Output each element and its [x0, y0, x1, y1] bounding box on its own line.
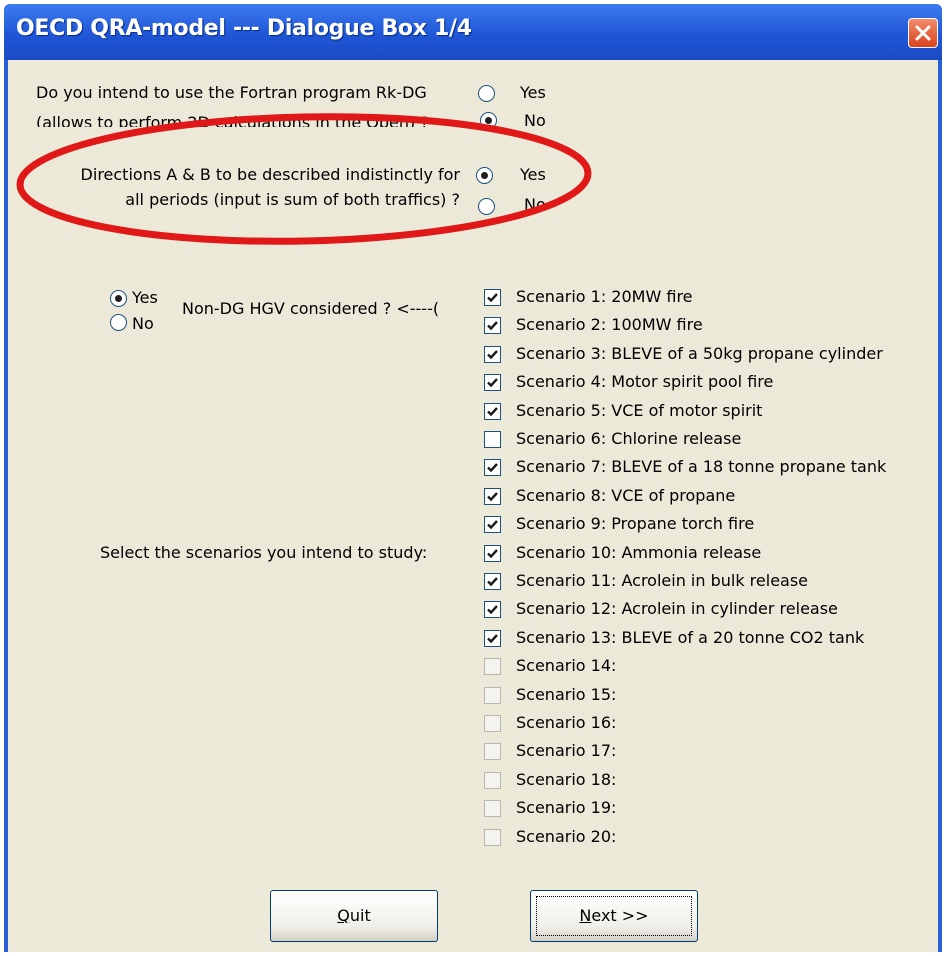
checkmark-icon: [487, 634, 498, 644]
scenario-6-label: Scenario 6: Chlorine release: [516, 429, 742, 448]
q1-line2-text: (allows to perform 2D calculations in th…: [36, 113, 429, 127]
checkmark-icon: [487, 549, 498, 559]
q1-yes-label: Yes: [520, 83, 546, 102]
dialog-body: Do you intend to use the Fortran program…: [8, 60, 938, 952]
q2-line1: Directions A & B to be described indisti…: [80, 165, 460, 184]
scenario-6-checkbox[interactable]: [484, 431, 501, 448]
scenario-9-checkbox[interactable]: [484, 516, 501, 533]
hgv-yes-radio[interactable]: [110, 290, 127, 307]
checkmark-icon: [487, 520, 498, 530]
scenario-12-label: Scenario 12: Acrolein in cylinder releas…: [516, 599, 838, 618]
scenario-17-checkbox[interactable]: [484, 743, 501, 760]
q2-yes-label: Yes: [520, 165, 546, 184]
checkmark-icon: [487, 492, 498, 502]
scenario-19-checkbox[interactable]: [484, 800, 501, 817]
scenario-14-checkbox[interactable]: [484, 658, 501, 675]
scenario-4-label: Scenario 4: Motor spirit pool fire: [516, 372, 774, 391]
scenario-7-checkbox[interactable]: [484, 459, 501, 476]
scenario-2-checkbox[interactable]: [484, 317, 501, 334]
scenario-1-label: Scenario 1: 20MW fire: [516, 287, 693, 306]
scenario-2-label: Scenario 2: 100MW fire: [516, 315, 703, 334]
dialog-window: OECD QRA-model --- Dialogue Box 1/4 Do y…: [4, 4, 942, 952]
scenario-20-label: Scenario 20:: [516, 827, 617, 846]
q2-no-label: No: [524, 195, 546, 214]
hgv-question: Non-DG HGV considered ? <----(: [182, 299, 440, 318]
next-button[interactable]: Next >>: [530, 890, 698, 942]
scenario-19-label: Scenario 19:: [516, 798, 617, 817]
scenario-9-label: Scenario 9: Propane torch fire: [516, 514, 755, 533]
close-button[interactable]: [908, 18, 938, 48]
scenario-5-checkbox[interactable]: [484, 403, 501, 420]
scenario-18-checkbox[interactable]: [484, 772, 501, 789]
q2-no-radio[interactable]: [478, 198, 495, 215]
q1-no-label: No: [524, 111, 546, 130]
scenario-5-label: Scenario 5: VCE of motor spirit: [516, 401, 763, 420]
checkmark-icon: [487, 407, 498, 417]
scenario-1-checkbox[interactable]: [484, 289, 501, 306]
checkmark-icon: [487, 378, 498, 388]
scenario-11-label: Scenario 11: Acrolein in bulk release: [516, 571, 809, 590]
scenario-4-checkbox[interactable]: [484, 374, 501, 391]
q1-no-radio[interactable]: [480, 112, 497, 129]
quit-mnemonic: Q: [337, 906, 350, 925]
title-bar[interactable]: OECD QRA-model --- Dialogue Box 1/4: [4, 4, 942, 60]
q2-line2: all periods (input is sum of both traffi…: [125, 190, 460, 209]
q2-yes-radio[interactable]: [476, 167, 493, 184]
scenario-20-checkbox[interactable]: [484, 829, 501, 846]
q1-line2: (allows to perform 2D calculations in th…: [36, 105, 466, 127]
checkmark-icon: [487, 463, 498, 473]
scenario-11-checkbox[interactable]: [484, 573, 501, 590]
scenario-13-label: Scenario 13: BLEVE of a 20 tonne CO2 tan…: [516, 628, 865, 647]
q1-yes-radio[interactable]: [478, 85, 495, 102]
close-icon: [915, 25, 931, 41]
scenario-14-label: Scenario 14:: [516, 656, 617, 675]
hgv-no-label: No: [132, 314, 154, 333]
hgv-no-radio[interactable]: [110, 314, 127, 331]
scenario-15-label: Scenario 15:: [516, 685, 617, 704]
scenario-16-label: Scenario 16:: [516, 713, 617, 732]
scenario-12-checkbox[interactable]: [484, 601, 501, 618]
scenario-10-checkbox[interactable]: [484, 545, 501, 562]
hgv-yes-label: Yes: [132, 288, 158, 307]
checkmark-icon: [487, 321, 498, 331]
scenario-16-checkbox[interactable]: [484, 715, 501, 732]
checkmark-icon: [487, 293, 498, 303]
scenario-8-label: Scenario 8: VCE of propane: [516, 486, 736, 505]
scenario-18-label: Scenario 18:: [516, 770, 617, 789]
scenario-15-checkbox[interactable]: [484, 687, 501, 704]
focus-rectangle: [536, 896, 692, 936]
scenarios-prompt: Select the scenarios you intend to study…: [100, 543, 428, 562]
checkmark-icon: [487, 577, 498, 587]
quit-button[interactable]: Quit: [270, 890, 438, 942]
scenario-3-label: Scenario 3: BLEVE of a 50kg propane cyli…: [516, 344, 883, 363]
q1-line1: Do you intend to use the Fortran program…: [36, 83, 427, 102]
scenario-10-label: Scenario 10: Ammonia release: [516, 543, 762, 562]
scenario-3-checkbox[interactable]: [484, 346, 501, 363]
scenario-17-label: Scenario 17:: [516, 741, 617, 760]
scenario-7-label: Scenario 7: BLEVE of a 18 tonne propane …: [516, 457, 887, 476]
scenario-8-checkbox[interactable]: [484, 488, 501, 505]
checkmark-icon: [487, 350, 498, 360]
checkmark-icon: [487, 605, 498, 615]
window-title: OECD QRA-model --- Dialogue Box 1/4: [16, 16, 472, 41]
quit-label-rest: uit: [349, 906, 371, 925]
scenario-13-checkbox[interactable]: [484, 630, 501, 647]
